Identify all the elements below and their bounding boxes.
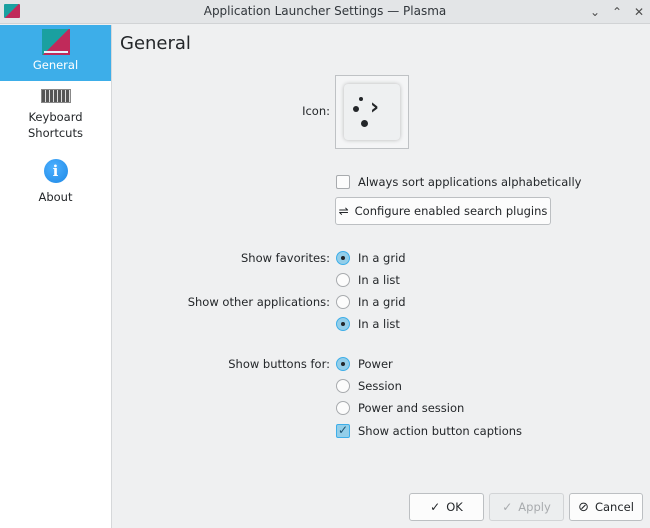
icon-picker-button[interactable]: ›: [335, 75, 409, 149]
checkbox-label: Show action button captions: [358, 424, 523, 438]
radio-label: In a list: [358, 273, 400, 287]
button-label: Configure enabled search plugins: [354, 204, 548, 218]
minimize-button[interactable]: ⌄: [586, 3, 604, 21]
radio-dot: [336, 379, 350, 393]
other-grid-radio[interactable]: In a grid: [336, 295, 406, 309]
cancel-icon: ⊘: [578, 499, 589, 515]
radio-label: Session: [358, 379, 402, 393]
settings-sliders-icon: ⇌: [338, 204, 349, 218]
check-icon: ✓: [430, 500, 441, 514]
window-title: Application Launcher Settings — Plasma: [203, 4, 447, 18]
favorites-list-radio[interactable]: In a list: [336, 273, 400, 287]
keyboard-icon: [40, 89, 71, 103]
checkbox-box: [336, 175, 350, 189]
favorites-grid-radio[interactable]: In a grid: [336, 251, 406, 265]
radio-label: In a list: [358, 317, 400, 331]
other-list-radio[interactable]: In a list: [336, 317, 400, 331]
show-favorites-label: Show favorites:: [241, 251, 330, 265]
radio-dot: [336, 273, 350, 287]
sidebar: General Keyboard Shortcuts i About: [0, 25, 112, 528]
action-captions-checkbox[interactable]: Show action button captions: [336, 423, 523, 438]
sidebar-item-label: Shortcuts: [28, 126, 83, 140]
cancel-button[interactable]: ⊘ Cancel: [569, 493, 643, 521]
title-bar: Application Launcher Settings — Plasma ⌄…: [0, 0, 650, 24]
ok-button[interactable]: ✓ OK: [409, 493, 484, 521]
radio-label: Power and session: [358, 401, 465, 415]
buttons-session-radio[interactable]: Session: [336, 379, 402, 393]
close-button[interactable]: ✕: [630, 3, 648, 21]
checkbox-label: Always sort applications alphabetically: [358, 175, 582, 189]
radio-dot: [336, 251, 350, 265]
button-label: Cancel: [594, 500, 634, 514]
show-other-label: Show other applications:: [187, 295, 330, 309]
radio-label: In a grid: [358, 251, 406, 265]
info-icon: i: [43, 159, 68, 183]
show-buttons-label: Show buttons for:: [228, 357, 330, 371]
kickoff-icon: [41, 29, 70, 55]
kickoff-glyph-icon: ›: [344, 84, 400, 140]
radio-dot: [336, 295, 350, 309]
radio-label: In a grid: [358, 295, 406, 309]
icon-label: Icon:: [302, 104, 330, 118]
buttons-power-radio[interactable]: Power: [336, 357, 393, 371]
sidebar-item-about[interactable]: i About: [0, 159, 111, 209]
page-title: General: [120, 33, 191, 54]
buttons-power-session-radio[interactable]: Power and session: [336, 401, 464, 415]
sidebar-item-label: About: [38, 190, 73, 204]
button-label: Apply: [518, 500, 551, 514]
radio-dot: [336, 357, 350, 371]
sidebar-item-label: General: [32, 58, 79, 72]
check-icon: ✓: [502, 500, 513, 514]
radio-label: Power: [358, 357, 393, 371]
checkbox-box: [336, 423, 350, 438]
apply-button[interactable]: ✓ Apply: [489, 493, 564, 521]
radio-dot: [336, 317, 350, 331]
radio-dot: [336, 401, 350, 415]
configure-search-plugins-button[interactable]: ⇌ Configure enabled search plugins: [335, 197, 551, 225]
maximize-button[interactable]: ⌃: [608, 3, 626, 21]
sidebar-item-keyboard-shortcuts[interactable]: Keyboard Shortcuts: [0, 85, 111, 147]
sidebar-item-general[interactable]: General: [0, 25, 111, 81]
sidebar-item-label: Keyboard: [28, 110, 83, 124]
sort-alphabetically-checkbox[interactable]: Always sort applications alphabetically: [336, 175, 582, 189]
button-label: OK: [446, 500, 463, 514]
